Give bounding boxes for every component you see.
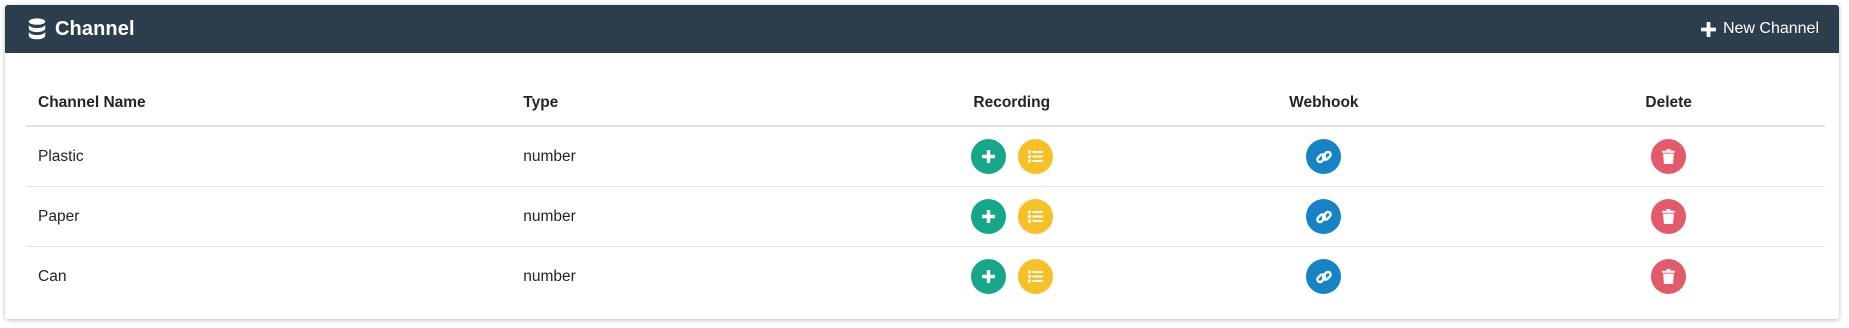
table-row: Can number	[26, 247, 1825, 307]
header-title-group: Channel	[28, 18, 135, 41]
recording-cell	[888, 126, 1136, 187]
list-icon	[1027, 210, 1043, 223]
trash-icon	[1662, 149, 1676, 164]
delete-channel-button[interactable]	[1651, 259, 1687, 294]
list-recordings-button[interactable]	[1017, 139, 1053, 174]
plus-icon	[981, 270, 995, 283]
database-icon	[28, 18, 46, 40]
channel-type-cell: number	[523, 267, 576, 285]
list-icon	[1027, 270, 1043, 283]
column-header-channel-name: Channel Name	[26, 81, 512, 127]
recording-cell	[888, 186, 1136, 247]
delete-cell	[1512, 186, 1825, 247]
trash-icon	[1662, 209, 1676, 224]
new-channel-button[interactable]: New Channel	[1700, 20, 1819, 38]
webhook-cell	[1135, 186, 1513, 247]
column-header-recording: Recording	[888, 81, 1136, 127]
channel-table: Channel Name Type Recording Webhook Dele…	[26, 81, 1825, 306]
webhook-cell	[1135, 247, 1512, 307]
plus-icon	[981, 210, 995, 223]
list-recordings-button[interactable]	[1017, 199, 1053, 234]
webhook-cell	[1135, 126, 1513, 187]
channel-name-cell: Plastic	[26, 126, 512, 187]
add-recording-button[interactable]	[970, 199, 1006, 234]
delete-channel-button[interactable]	[1651, 139, 1687, 174]
plus-icon	[981, 150, 995, 163]
link-icon	[1316, 150, 1332, 163]
list-icon	[1027, 150, 1043, 163]
page-title: Channel	[55, 17, 135, 40]
channel-type-cell: number	[511, 186, 889, 247]
add-recording-button[interactable]	[970, 259, 1006, 294]
column-header-type: Type	[511, 81, 889, 127]
column-header-delete: Delete	[1512, 81, 1825, 127]
channel-card: Channel New Channel Channel Name Type Re…	[5, 5, 1839, 319]
webhook-button[interactable]	[1306, 139, 1342, 174]
channel-name-cell: Paper	[26, 186, 512, 247]
column-header-webhook: Webhook	[1135, 81, 1513, 127]
delete-cell	[1512, 126, 1825, 187]
webhook-button[interactable]	[1306, 259, 1342, 294]
delete-cell	[1512, 247, 1825, 307]
webhook-button[interactable]	[1306, 199, 1342, 234]
plus-icon	[1700, 21, 1716, 37]
table-row: Plastic number	[26, 126, 1825, 187]
card-header: Channel New Channel	[5, 5, 1839, 53]
delete-channel-button[interactable]	[1651, 199, 1687, 234]
new-channel-label: New Channel	[1722, 20, 1819, 37]
recording-cell	[888, 247, 1135, 307]
link-icon	[1316, 270, 1332, 283]
list-recordings-button[interactable]	[1017, 259, 1053, 294]
trash-icon	[1662, 269, 1676, 284]
channel-type-cell: number	[511, 126, 889, 187]
channel-name-cell: Can	[38, 267, 67, 285]
link-icon	[1316, 210, 1332, 223]
table-header-row: Channel Name Type Recording Webhook Dele…	[26, 81, 1825, 127]
table-row: Paper number	[26, 186, 1825, 247]
add-recording-button[interactable]	[970, 139, 1006, 174]
